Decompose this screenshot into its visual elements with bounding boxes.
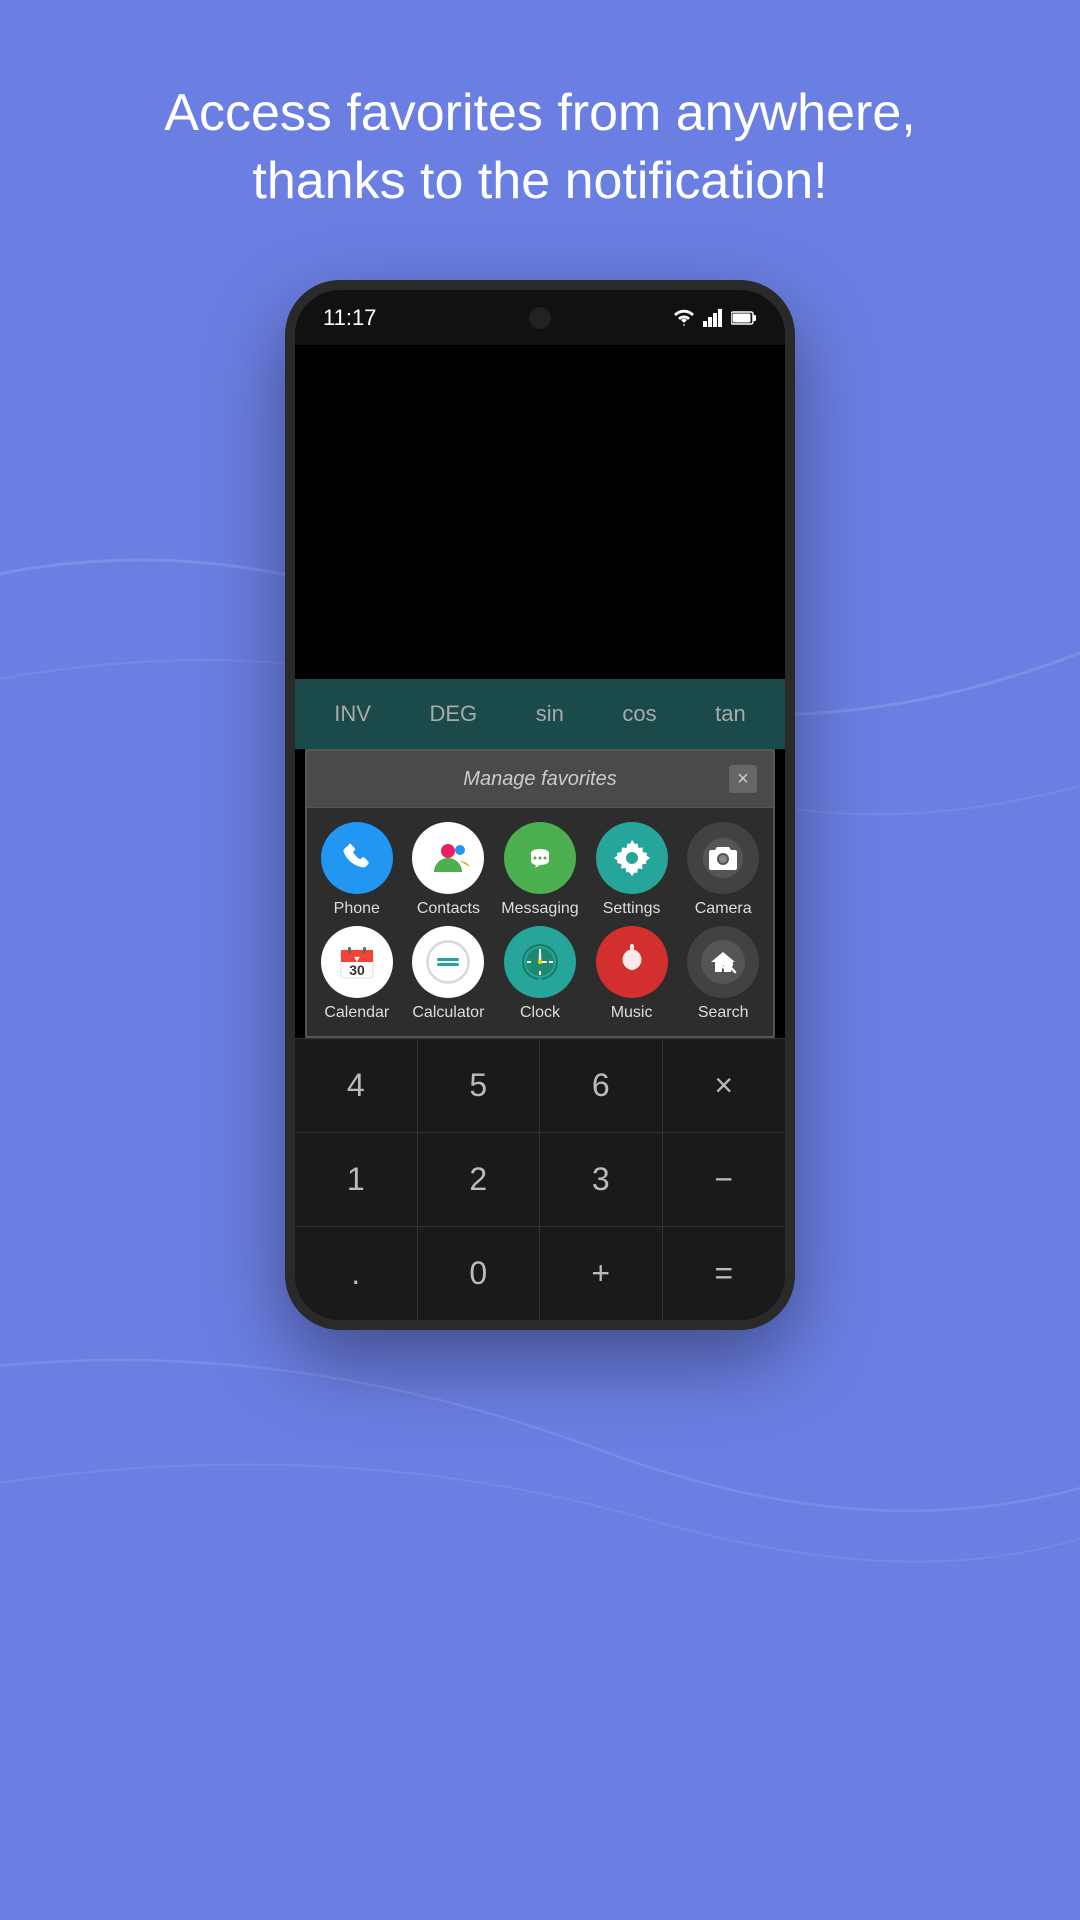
camera-svg-icon [703, 838, 743, 878]
hero-text: Access favorites from anywhere, thanks t… [0, 0, 1080, 255]
calculator-svg-icon [426, 940, 470, 984]
settings-app-icon [596, 822, 668, 894]
phone-svg-icon [338, 839, 376, 877]
search-app-icon [687, 926, 759, 998]
contacts-svg-icon [426, 836, 470, 880]
favorites-dialog: Manage favorites × Phone [305, 749, 775, 1038]
calendar-svg-icon: ▼ 30 [335, 940, 379, 984]
phone-app-label: Phone [334, 900, 380, 918]
favorites-header: Manage favorites × [307, 751, 773, 808]
phone-frame: 11:17 [285, 280, 795, 1330]
battery-icon [731, 310, 757, 326]
calc-4[interactable]: 4 [295, 1039, 418, 1132]
app-item-calendar[interactable]: ▼ 30 Calendar [315, 926, 399, 1022]
calc-header: INV DEG sin cos tan [295, 679, 785, 749]
favorites-close-button[interactable]: × [729, 765, 757, 793]
calc-row-1: 4 5 6 × [295, 1038, 785, 1132]
calc-tan-btn[interactable]: tan [715, 701, 746, 727]
app-item-contacts[interactable]: Contacts [407, 822, 491, 918]
calc-row-2: 1 2 3 − [295, 1132, 785, 1226]
calc-deg-btn[interactable]: DEG [429, 701, 477, 727]
messaging-svg-icon [519, 837, 561, 879]
clock-app-icon [504, 926, 576, 998]
hero-line2: thanks to the notification! [252, 152, 827, 210]
app-item-search[interactable]: Search [681, 926, 765, 1022]
contacts-app-icon [412, 822, 484, 894]
signal-icon [703, 309, 723, 327]
messaging-app-label: Messaging [501, 900, 578, 918]
settings-svg-icon [610, 836, 654, 880]
hero-line1: Access favorites from anywhere, [164, 84, 915, 142]
calc-equals[interactable]: = [663, 1227, 786, 1320]
calc-numpad: 4 5 6 × 1 2 3 − . 0 + = [295, 1038, 785, 1320]
calc-row-3: . 0 + = [295, 1226, 785, 1320]
calc-5[interactable]: 5 [418, 1039, 541, 1132]
status-time: 11:17 [323, 305, 376, 331]
app-item-clock[interactable]: Clock [498, 926, 582, 1022]
screen-dark-area [295, 345, 785, 679]
status-bar: 11:17 [295, 290, 785, 345]
calc-sin-btn[interactable]: sin [536, 701, 564, 727]
calc-6[interactable]: 6 [540, 1039, 663, 1132]
app-item-music[interactable]: Music [590, 926, 674, 1022]
app-item-camera[interactable]: Camera [681, 822, 765, 918]
calc-cos-btn[interactable]: cos [622, 701, 656, 727]
calc-minus[interactable]: − [663, 1133, 786, 1226]
app-item-calculator[interactable]: Calculator [407, 926, 491, 1022]
svg-text:30: 30 [349, 962, 365, 978]
settings-app-label: Settings [603, 900, 661, 918]
app-item-messaging[interactable]: Messaging [498, 822, 582, 918]
music-svg-icon [610, 940, 654, 984]
clock-app-label: Clock [520, 1004, 560, 1022]
calc-dot[interactable]: . [295, 1227, 418, 1320]
status-icons [673, 309, 757, 327]
camera-notch [529, 307, 551, 329]
calculator-app-label: Calculator [412, 1004, 484, 1022]
camera-app-label: Camera [695, 900, 752, 918]
app-grid: Phone Contacts [307, 808, 773, 1036]
calc-0[interactable]: 0 [418, 1227, 541, 1320]
app-item-settings[interactable]: Settings [590, 822, 674, 918]
wifi-icon [673, 309, 695, 327]
messaging-app-icon [504, 822, 576, 894]
favorites-title: Manage favorites [351, 768, 729, 791]
app-item-phone[interactable]: Phone [315, 822, 399, 918]
calc-multiply[interactable]: × [663, 1039, 786, 1132]
calc-1[interactable]: 1 [295, 1133, 418, 1226]
calc-2[interactable]: 2 [418, 1133, 541, 1226]
camera-app-icon [687, 822, 759, 894]
calendar-app-label: Calendar [324, 1004, 389, 1022]
calendar-app-icon: ▼ 30 [321, 926, 393, 998]
clock-svg-icon [518, 940, 562, 984]
calculator-app-icon [412, 926, 484, 998]
calc-plus[interactable]: + [540, 1227, 663, 1320]
phone-app-icon [321, 822, 393, 894]
music-app-label: Music [611, 1004, 653, 1022]
calc-inv-btn[interactable]: INV [334, 701, 371, 727]
search-app-label: Search [698, 1004, 749, 1022]
calc-3[interactable]: 3 [540, 1133, 663, 1226]
contacts-app-label: Contacts [417, 900, 480, 918]
search-svg-icon [701, 940, 745, 984]
music-app-icon [596, 926, 668, 998]
phone-screen: INV DEG sin cos tan Manage favorites × [295, 345, 785, 1320]
